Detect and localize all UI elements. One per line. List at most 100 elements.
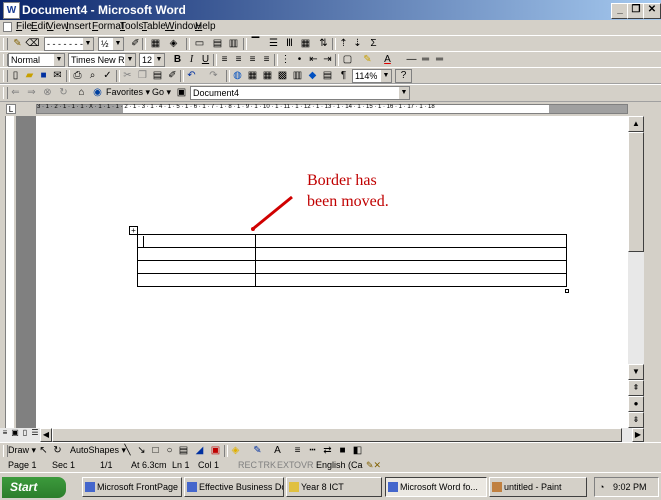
back-arrow-icon[interactable]: ⇐: [8, 86, 23, 100]
word-app-icon[interactable]: W: [3, 2, 20, 19]
next-page-icon[interactable]: ⇟: [628, 412, 644, 428]
table-cell[interactable]: [255, 260, 567, 274]
align-right-icon[interactable]: ≡: [245, 53, 260, 67]
zoom-select[interactable]: 114% ▼: [352, 69, 392, 83]
help-button[interactable]: ?: [395, 69, 412, 83]
task-effective-business[interactable]: Effective Business Do...: [184, 477, 284, 497]
merge-cells-icon[interactable]: ▤: [210, 37, 225, 51]
arrow-icon[interactable]: ↘: [134, 444, 149, 458]
insert-table-icon[interactable]: ▭: [192, 37, 207, 51]
style-select[interactable]: Normal ▼: [8, 53, 65, 67]
task-microsoft-word[interactable]: Microsoft Word fo...: [385, 477, 487, 497]
line-style-icon[interactable]: ≡: [290, 444, 305, 458]
table-cell[interactable]: [137, 260, 256, 274]
split-cells-icon[interactable]: ▥: [226, 37, 241, 51]
insert-table-icon[interactable]: ▦: [260, 69, 275, 83]
select-objects-icon[interactable]: ↖: [36, 444, 51, 458]
tables-borders-icon[interactable]: ▦: [245, 69, 260, 83]
font-select[interactable]: Times New Roman▼: [68, 53, 136, 67]
increase-indent-icon[interactable]: ⇥: [320, 53, 335, 67]
font-color-button[interactable]: A: [380, 53, 395, 67]
font-color-icon[interactable]: A: [270, 444, 285, 458]
format-painter-icon[interactable]: ✐: [165, 69, 180, 83]
table-cell[interactable]: [255, 273, 567, 287]
decrease-indent-icon[interactable]: ⇤: [306, 53, 321, 67]
menu-help[interactable]: Help: [195, 21, 216, 32]
undo-icon[interactable]: ↶: [184, 69, 199, 83]
go-menu[interactable]: Go ▾: [152, 87, 171, 98]
document-map-icon[interactable]: ▤: [320, 69, 335, 83]
start-button[interactable]: Start: [2, 477, 66, 498]
autoshapes-menu[interactable]: AutoShapes ▾: [70, 445, 126, 456]
scroll-thumb[interactable]: [628, 132, 644, 252]
borders-icon[interactable]: ▢: [340, 53, 355, 67]
table-cell[interactable]: [137, 234, 256, 248]
drawing-icon[interactable]: ◆: [305, 69, 320, 83]
show-hide-button[interactable]: ¶: [336, 69, 351, 83]
status-ovr[interactable]: OVR: [294, 459, 314, 471]
refresh-icon[interactable]: ↻: [56, 86, 71, 100]
search-web-icon[interactable]: ◉: [90, 86, 105, 100]
justify-icon[interactable]: ≡: [259, 53, 274, 67]
print-icon[interactable]: ⎙: [70, 69, 85, 83]
redo-icon[interactable]: ↷: [206, 69, 221, 83]
horizontal-scrollbar[interactable]: ≡ ▣ ▯ ☰ ◀ ▶: [0, 428, 644, 442]
scroll-right-icon[interactable]: ▶: [632, 428, 644, 442]
distribute-rows-icon[interactable]: ☰: [266, 37, 281, 51]
spelling-status-icon[interactable]: ✎✕: [366, 459, 381, 471]
sort-descending-icon[interactable]: ⇣: [350, 37, 365, 51]
menu-insert[interactable]: Insert: [66, 21, 91, 32]
line-color-icon[interactable]: ✎: [250, 444, 265, 458]
table-cell[interactable]: [255, 247, 567, 261]
status-ext[interactable]: EXT: [277, 459, 295, 471]
close-button[interactable]: ✕: [643, 3, 661, 19]
dash-style-icon[interactable]: ┅: [305, 444, 320, 458]
print-layout-icon[interactable]: ▯: [20, 428, 30, 442]
fill-color-icon[interactable]: ◈: [228, 444, 243, 458]
line-weight-select[interactable]: ½ ▼: [98, 37, 124, 51]
line-style-2-icon[interactable]: ═: [418, 53, 433, 67]
email-icon[interactable]: ✉: [50, 69, 65, 83]
new-document-icon[interactable]: ▯: [8, 69, 23, 83]
table-cell[interactable]: [137, 247, 256, 261]
web-layout-icon[interactable]: ▣: [10, 428, 20, 442]
menu-file[interactable]: File: [16, 21, 32, 32]
line-style-select[interactable]: - - - - - - - - ▼: [44, 37, 94, 51]
underline-button[interactable]: U: [198, 53, 213, 67]
line-style-1-icon[interactable]: —: [404, 53, 419, 67]
vertical-ruler[interactable]: [0, 116, 16, 428]
table-cell[interactable]: [137, 273, 256, 287]
change-text-direction-icon[interactable]: ⇅: [316, 37, 331, 51]
table-cell[interactable]: [255, 234, 567, 248]
document-page[interactable]: Border has been moved. +: [36, 116, 628, 428]
align-center-icon[interactable]: ≡: [231, 53, 246, 67]
outside-border-icon[interactable]: ▦: [148, 37, 163, 51]
insert-excel-icon[interactable]: ▩: [275, 69, 290, 83]
save-icon[interactable]: ■: [36, 69, 51, 83]
previous-page-icon[interactable]: ⇞: [628, 380, 644, 396]
wordart-icon[interactable]: ◢: [192, 444, 207, 458]
status-trk[interactable]: TRK: [258, 459, 276, 471]
menu-table[interactable]: Table: [142, 21, 166, 32]
spelling-icon[interactable]: ✓: [100, 69, 115, 83]
show-only-web-toolbar-icon[interactable]: ▣: [174, 86, 189, 100]
cut-icon[interactable]: ✂: [120, 69, 135, 83]
menu-tools[interactable]: Tools: [120, 21, 143, 32]
select-browse-object-icon[interactable]: ●: [628, 396, 644, 412]
scroll-left-icon[interactable]: ◀: [40, 428, 52, 442]
numbering-icon[interactable]: ⋮: [278, 53, 293, 67]
italic-button[interactable]: I: [184, 53, 199, 67]
clip-art-icon[interactable]: ▣: [208, 444, 223, 458]
vertical-scrollbar[interactable]: ▲ ▼ ⇞ ● ⇟: [628, 116, 644, 428]
document-table[interactable]: [137, 234, 567, 287]
columns-icon[interactable]: ▥: [290, 69, 305, 83]
copy-icon[interactable]: ❐: [135, 69, 150, 83]
distribute-columns-icon[interactable]: Ⅲ: [282, 37, 297, 51]
line-icon[interactable]: ╲: [120, 444, 135, 458]
bold-button[interactable]: B: [170, 53, 185, 67]
3d-icon[interactable]: ◧: [350, 444, 365, 458]
autosum-button[interactable]: Σ: [366, 37, 381, 51]
status-rec[interactable]: REC: [238, 459, 257, 471]
align-left-icon[interactable]: ≡: [217, 53, 232, 67]
border-color-icon[interactable]: ✐: [128, 37, 143, 51]
